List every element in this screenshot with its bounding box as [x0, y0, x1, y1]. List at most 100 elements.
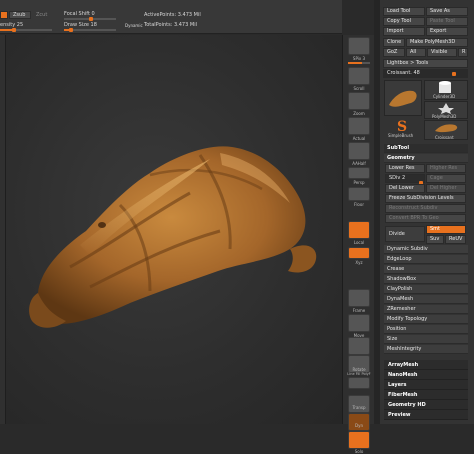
dynamesh-row[interactable]: DynaMesh: [384, 295, 468, 304]
frame-button[interactable]: [348, 289, 370, 307]
geometry-hd-section[interactable]: Geometry HD: [384, 400, 468, 410]
dyn-button[interactable]: [348, 413, 370, 431]
export-button[interactable]: Export: [426, 27, 468, 36]
top-shelf: Zsub Zcut ensity 25 Focal Shift 0 Draw S…: [0, 0, 342, 34]
line-fill-button[interactable]: [348, 377, 370, 389]
geometry-header[interactable]: Geometry: [384, 154, 468, 163]
modify-topology-row[interactable]: Modify Topology: [384, 315, 468, 324]
position-row[interactable]: Position: [384, 325, 468, 334]
freeze-subdiv-button[interactable]: Freeze SubDivision Levels: [385, 194, 466, 203]
star-icon: [438, 103, 454, 114]
suv-toggle[interactable]: Suv: [426, 235, 444, 244]
croissant-thumb-large[interactable]: [384, 80, 422, 116]
right-shelf: SPix 3 Scroll Zoom Actual AAHalf Persp F…: [342, 35, 374, 454]
xyz-button[interactable]: [348, 247, 370, 259]
simplebrush-label: SimpleBrush: [388, 133, 414, 138]
size-row[interactable]: Size: [384, 335, 468, 344]
preview-section[interactable]: Preview: [384, 410, 468, 420]
croissant-thumb-small[interactable]: Croissant: [424, 120, 468, 140]
divide-button[interactable]: Divide: [385, 226, 425, 242]
zremesher-row[interactable]: ZRemesher: [384, 305, 468, 314]
scale-button[interactable]: [348, 337, 370, 355]
edgeloop-row[interactable]: EdgeLoop: [384, 255, 468, 264]
r-button[interactable]: R: [458, 48, 468, 57]
mrgb-toggle[interactable]: [0, 11, 8, 19]
line-fill-label: Line Fill PolyF: [347, 372, 371, 376]
dynamic-toggle[interactable]: Dynamic: [125, 23, 143, 28]
croissant-small-icon: [435, 124, 458, 133]
cylinder3d-label: Cylinder3D: [433, 94, 456, 99]
intensity-slider[interactable]: [0, 28, 52, 32]
copy-tool-button[interactable]: Copy Tool: [383, 17, 425, 26]
simplebrush-icon: S: [397, 119, 407, 135]
zsub-label: Zsub: [13, 12, 26, 18]
layers-section[interactable]: Layers: [384, 380, 468, 390]
goz-button[interactable]: GoZ: [383, 48, 405, 57]
all-button[interactable]: All: [406, 48, 426, 57]
clone-button[interactable]: Clone: [383, 38, 405, 47]
transp-button[interactable]: [348, 395, 370, 413]
move-button[interactable]: [348, 314, 370, 332]
scroll-label: Scroll: [353, 86, 365, 91]
draw-size-value: 18: [90, 22, 97, 28]
shadowbox-row[interactable]: ShadowBox: [384, 275, 468, 284]
zsub-button[interactable]: Zsub: [9, 11, 31, 19]
import-button[interactable]: Import: [383, 27, 425, 36]
nanomesh-section[interactable]: NanoMesh: [384, 370, 468, 380]
solo-label: Solo: [354, 449, 364, 454]
croissant-icon: [389, 90, 417, 107]
polymesh3d-thumb[interactable]: PolyMesh3D: [424, 101, 468, 119]
floor-button[interactable]: [348, 187, 370, 201]
crease-row[interactable]: Crease: [384, 265, 468, 274]
floor-label: Floor: [354, 202, 364, 207]
local-button[interactable]: [348, 221, 370, 239]
subtool-header[interactable]: SubTool: [384, 144, 468, 153]
smt-toggle[interactable]: Smt: [426, 225, 466, 234]
zoom-label: Zoom: [353, 111, 365, 116]
intensity-label: ensity 25: [0, 22, 24, 28]
draw-size-slider[interactable]: [64, 28, 116, 32]
del-higher-button[interactable]: Del Higher: [426, 184, 466, 193]
solo-button[interactable]: [348, 431, 370, 449]
fibermesh-section[interactable]: FiberMesh: [384, 390, 468, 400]
convert-bpr-button[interactable]: Convert BPR To Geo: [385, 214, 466, 223]
current-tool-name: Croissant. 48: [387, 70, 420, 76]
active-points: ActivePoints: 3.473 Mil: [144, 12, 201, 18]
visible-button[interactable]: Visible: [427, 48, 457, 57]
del-lower-button[interactable]: Del Lower: [385, 184, 425, 193]
meshintegrity-row[interactable]: MeshIntegrity: [384, 345, 468, 354]
canvas-viewport[interactable]: [0, 35, 342, 424]
cage-button[interactable]: Cage: [426, 174, 466, 183]
local-label: Local: [353, 240, 365, 245]
scroll-button[interactable]: [348, 67, 370, 85]
focal-shift-slider[interactable]: [64, 17, 116, 21]
higher-res-button[interactable]: Higher Res: [426, 164, 466, 173]
load-tool-button[interactable]: Load Tool: [383, 7, 425, 16]
spix-button[interactable]: [348, 37, 370, 55]
simplebrush-thumb[interactable]: S SimpleBrush: [384, 118, 422, 140]
save-as-button[interactable]: Save As: [426, 7, 468, 16]
zoom-button[interactable]: [348, 92, 370, 110]
cylinder3d-thumb[interactable]: Cylinder3D: [424, 80, 468, 100]
aahalf-button[interactable]: [348, 142, 370, 160]
spix-slider[interactable]: [348, 62, 370, 64]
claypolish-row[interactable]: ClayPolish: [384, 285, 468, 294]
tool-palette: Load Tool Save As Copy Tool Paste Tool I…: [380, 0, 474, 424]
croissant-model: [29, 146, 317, 328]
cylinder-icon: [439, 81, 451, 93]
sdiv-value: SDiv 2: [389, 175, 406, 181]
make-polymesh-button[interactable]: Make PolyMesh3D: [406, 38, 468, 47]
reuv-button[interactable]: ReUV: [445, 235, 466, 244]
lower-res-button[interactable]: Lower Res: [385, 164, 425, 173]
reconstruct-subdiv-button[interactable]: Reconstruct Subdiv: [385, 204, 466, 213]
paste-tool-button[interactable]: Paste Tool: [426, 17, 468, 26]
svg-text:S: S: [397, 119, 407, 132]
dynamic-subdiv-row[interactable]: Dynamic Subdiv: [384, 245, 468, 254]
persp-button[interactable]: [348, 167, 370, 179]
actual-button[interactable]: [348, 117, 370, 135]
lightbox-tools-button[interactable]: Lightbox > Tools: [383, 59, 468, 68]
arraymesh-section[interactable]: ArrayMesh: [384, 360, 468, 370]
aahalf-label: AAHalf: [352, 161, 366, 166]
transp-label: Transp: [352, 405, 366, 410]
zcut-button[interactable]: Zcut: [36, 12, 47, 18]
